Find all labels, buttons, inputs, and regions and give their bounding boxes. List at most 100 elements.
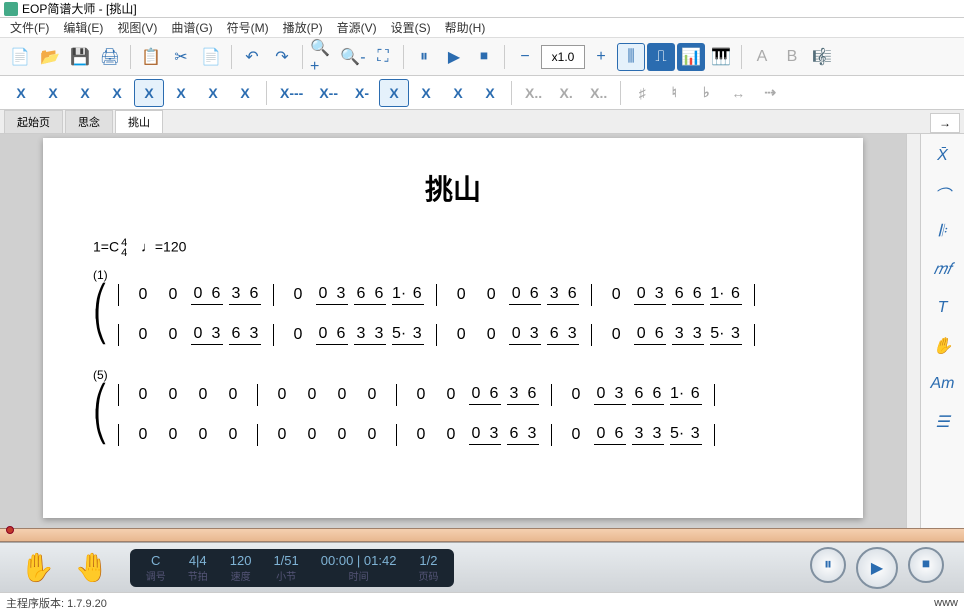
note[interactable]: 0 [191, 386, 215, 404]
beam-group[interactable]: 03 [191, 325, 223, 345]
voice-bottom[interactable]: 000363006335·3000363006335·3 [112, 324, 813, 346]
tool-mixer-button[interactable]: ⎍ [647, 43, 675, 71]
timeline-ruler[interactable] [0, 528, 964, 542]
note[interactable]: 0 [131, 326, 155, 344]
play-button[interactable]: ▶ [440, 43, 468, 71]
beam-group[interactable]: 66 [354, 285, 386, 305]
note[interactable]: 0 [270, 386, 294, 404]
beam-group[interactable]: 03 [469, 425, 501, 445]
menu-sound[interactable]: 音源(V) [331, 17, 383, 38]
note-duration-4[interactable]: X [134, 79, 164, 107]
beam-group[interactable]: 63 [507, 425, 539, 445]
note[interactable]: 0 [449, 286, 473, 304]
beam-group[interactable]: 63 [229, 325, 261, 345]
note[interactable]: 0 [131, 286, 155, 304]
note-duration-6[interactable]: X [198, 79, 228, 107]
voice-top[interactable]: 000636003661·6000636003661·6 [112, 284, 813, 306]
note-duration-14[interactable]: X [475, 79, 505, 107]
metronome-button[interactable]: 🎼 [808, 43, 836, 71]
menu-settings[interactable]: 设置(S) [385, 17, 437, 38]
panel-slur[interactable]: ⌒ [928, 182, 958, 206]
note[interactable]: 0 [360, 386, 384, 404]
beam-group[interactable]: 06 [634, 325, 666, 345]
pause-button[interactable]: ⏸ [410, 43, 438, 71]
tab-start[interactable]: 起始页 [4, 110, 63, 133]
panel-fingering[interactable]: ✋ [928, 334, 958, 358]
tool-eq-button[interactable]: 📊 [677, 43, 705, 71]
note-duration-11[interactable]: X [379, 79, 409, 107]
note-duration-9[interactable]: X-- [312, 79, 345, 107]
note[interactable]: 0 [449, 326, 473, 344]
panel-lines[interactable]: ☰ [928, 410, 958, 434]
note-duration-12[interactable]: X [411, 79, 441, 107]
zoom-minus-button[interactable]: − [511, 43, 539, 71]
zoom-level[interactable]: x1.0 [541, 45, 585, 69]
stop-button[interactable]: ⏹ [470, 43, 498, 71]
open-button[interactable]: 📂 [36, 43, 64, 71]
note-duration-2[interactable]: X [70, 79, 100, 107]
transport-pause-button[interactable]: ⏸ [810, 547, 846, 583]
note-duration-22[interactable]: ⇢ [755, 79, 785, 107]
panel-text[interactable]: T [928, 296, 958, 320]
beam-group[interactable]: 03 [594, 385, 626, 405]
note[interactable]: 0 [330, 386, 354, 404]
beam-group[interactable]: 1·6 [710, 285, 742, 305]
print-button[interactable]: 🖨 [96, 43, 124, 71]
zoom-out-button[interactable]: 🔍- [339, 43, 367, 71]
save-button[interactable]: 💾 [66, 43, 94, 71]
note[interactable]: 0 [330, 426, 354, 444]
tool-piano-button[interactable]: 🎹 [707, 43, 735, 71]
note[interactable]: 0 [221, 386, 245, 404]
menu-edit[interactable]: 编辑(E) [57, 17, 109, 38]
note[interactable]: 0 [270, 426, 294, 444]
beam-group[interactable]: 1·6 [670, 385, 702, 405]
canvas-area[interactable]: 挑山 1=C44 ♩=120 (1)⎛ ⎝000636003661·600063… [0, 134, 906, 528]
panel-dynamics[interactable]: 𝑚𝑓 [928, 258, 958, 282]
note[interactable]: 0 [286, 326, 310, 344]
beam-group[interactable]: 03 [316, 285, 348, 305]
note-duration-7[interactable]: X [230, 79, 260, 107]
menu-view[interactable]: 视图(V) [111, 17, 163, 38]
panel-chord[interactable]: Am [928, 372, 958, 396]
beam-group[interactable]: 03 [509, 325, 541, 345]
note-duration-15[interactable]: X.. [518, 79, 549, 107]
note[interactable]: 0 [161, 426, 185, 444]
beam-group[interactable]: 1·6 [392, 285, 424, 305]
note-duration-1[interactable]: X [38, 79, 68, 107]
note[interactable]: 0 [479, 286, 503, 304]
note-duration-21[interactable]: ↔ [723, 79, 753, 107]
beam-group[interactable]: 06 [594, 425, 626, 445]
new-button[interactable]: 📄 [6, 43, 34, 71]
menu-symbol[interactable]: 符号(M) [221, 17, 275, 38]
note[interactable]: 0 [221, 426, 245, 444]
redo-button[interactable]: ↷ [268, 43, 296, 71]
beam-group[interactable]: 63 [547, 325, 579, 345]
fit-button[interactable]: ⛶ [369, 43, 397, 71]
beam-group[interactable]: 5·3 [670, 425, 702, 445]
undo-button[interactable]: ↶ [238, 43, 266, 71]
note[interactable]: 0 [409, 386, 433, 404]
cut-button[interactable]: ✂ [167, 43, 195, 71]
panel-tremolo[interactable]: X̄ [928, 144, 958, 168]
beam-group[interactable]: 06 [316, 325, 348, 345]
note[interactable]: 0 [360, 426, 384, 444]
note[interactable]: 0 [604, 326, 628, 344]
note[interactable]: 0 [131, 386, 155, 404]
tab-tiaoshan[interactable]: 挑山 [115, 110, 163, 133]
note-duration-8[interactable]: X--- [273, 79, 310, 107]
note[interactable]: 0 [161, 286, 185, 304]
zoom-in-button[interactable]: 🔍+ [309, 43, 337, 71]
vertical-scrollbar[interactable] [906, 134, 920, 528]
note[interactable]: 0 [191, 426, 215, 444]
menu-help[interactable]: 帮助(H) [439, 17, 492, 38]
beam-group[interactable]: 06 [509, 285, 541, 305]
transport-play-button[interactable]: ▶ [856, 547, 898, 589]
transport-stop-button[interactable]: ⏹ [908, 547, 944, 583]
note[interactable]: 0 [300, 386, 324, 404]
tool-tracks-button[interactable]: ⫼ [617, 43, 645, 71]
playhead-marker[interactable] [6, 526, 14, 534]
note-duration-17[interactable]: X.. [583, 79, 614, 107]
panel-repeat[interactable]: 𝄆 [928, 220, 958, 244]
note-duration-5[interactable]: X [166, 79, 196, 107]
note-duration-16[interactable]: X. [551, 79, 581, 107]
